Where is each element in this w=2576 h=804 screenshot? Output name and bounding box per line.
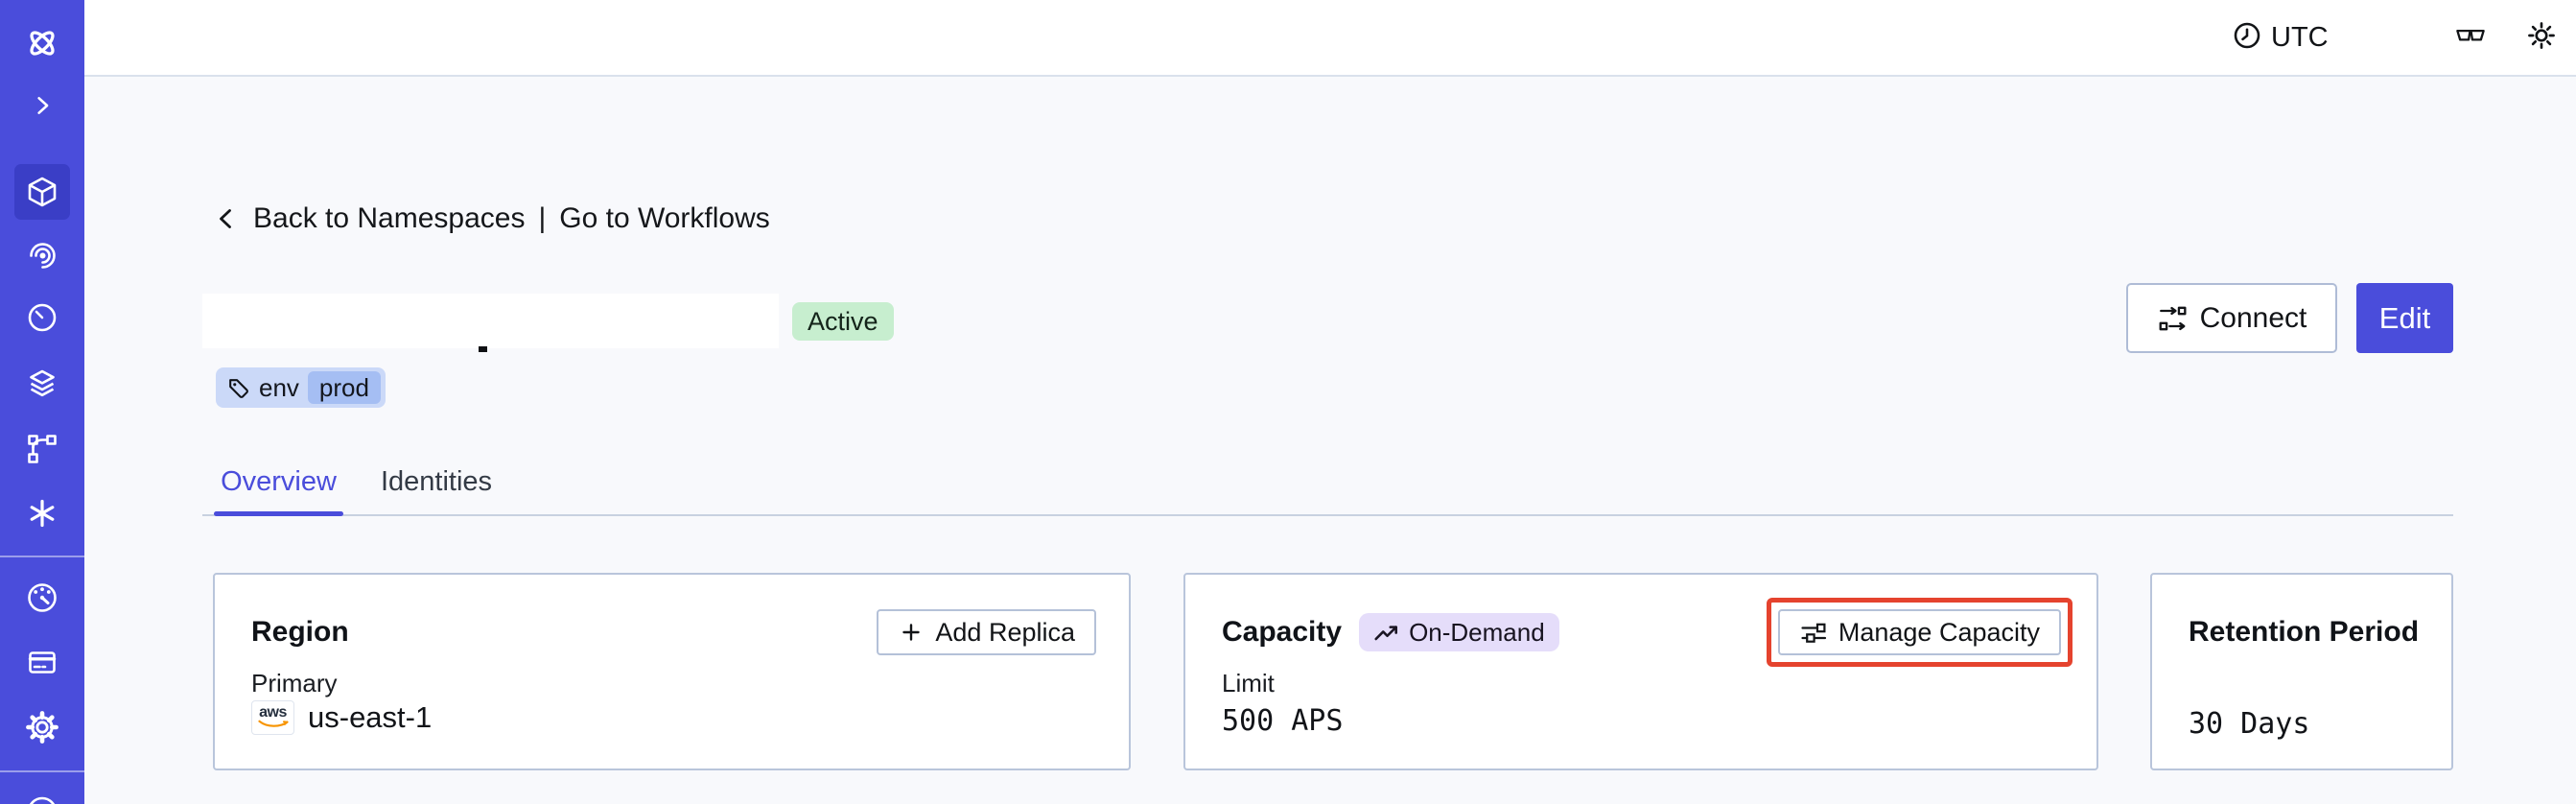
billing-card-icon bbox=[23, 643, 61, 681]
add-replica-label: Add Replica bbox=[935, 617, 1075, 647]
workflows-spiral-icon bbox=[23, 236, 61, 274]
manage-capacity-button[interactable]: Manage Capacity bbox=[1777, 609, 2061, 655]
tabs-divider-line bbox=[202, 514, 2453, 516]
theme-toggle-button[interactable] bbox=[2520, 0, 2563, 75]
timezone-label: UTC bbox=[2271, 21, 2329, 53]
settings-gear-icon bbox=[23, 708, 61, 746]
capacity-card-title: Capacity bbox=[1222, 616, 1343, 648]
sidebar-nav bbox=[0, 0, 84, 804]
sidebar-divider-bottom bbox=[0, 770, 84, 772]
timezone-selector[interactable]: UTC bbox=[2233, 0, 2329, 75]
plus-icon bbox=[898, 619, 925, 646]
deployments-branch-icon bbox=[23, 430, 61, 468]
stack-layers-icon bbox=[23, 365, 61, 403]
status-badge: Active bbox=[792, 302, 894, 341]
retention-value: 30 Days bbox=[2189, 707, 2310, 741]
sidebar-item-billing[interactable] bbox=[0, 634, 84, 690]
region-field-label: Primary bbox=[251, 669, 338, 698]
schedules-clock-icon bbox=[23, 297, 61, 336]
connect-button[interactable]: Connect bbox=[2126, 283, 2337, 353]
sidebar-item-deployments[interactable] bbox=[0, 421, 84, 477]
manage-capacity-highlight-box: Manage Capacity bbox=[1766, 598, 2073, 667]
sidebar-item-support[interactable] bbox=[0, 789, 84, 804]
edit-button[interactable]: Edit bbox=[2356, 283, 2453, 353]
trending-up-icon bbox=[1373, 621, 1400, 644]
manage-capacity-label: Manage Capacity bbox=[1838, 617, 2040, 647]
connect-button-label: Connect bbox=[2199, 301, 2307, 334]
usage-gauge-icon bbox=[23, 578, 61, 616]
capacity-field-label: Limit bbox=[1222, 669, 1275, 698]
sidebar-item-nexus[interactable] bbox=[0, 485, 84, 541]
header-actions: Connect Edit bbox=[2126, 283, 2453, 353]
sidebar-divider bbox=[0, 556, 84, 557]
aws-logo-text: aws bbox=[259, 704, 287, 721]
namespaces-cube-icon bbox=[23, 173, 61, 211]
region-card: Region Add Replica Primary aws us-east-1 bbox=[213, 573, 1131, 770]
sidebar-item-usage[interactable] bbox=[0, 569, 84, 625]
sidebar-expand-button[interactable] bbox=[0, 78, 84, 133]
capacity-card: Capacity On-Demand Manage Capacity Limit… bbox=[1183, 573, 2098, 770]
support-icon-partial bbox=[23, 789, 61, 804]
sliders-icon bbox=[1799, 618, 1828, 647]
active-tab-underline bbox=[214, 511, 343, 516]
topbar: UTC bbox=[84, 0, 2576, 77]
breadcrumb-separator: | bbox=[538, 202, 547, 234]
chevron-right-icon bbox=[26, 89, 59, 122]
sidebar-item-workflows[interactable] bbox=[0, 227, 84, 283]
namespace-tag-chip: env prod bbox=[216, 367, 386, 408]
light-mode-sun-icon bbox=[2526, 20, 2557, 56]
breadcrumb: Back to Namespaces | Go to Workflows bbox=[213, 198, 770, 240]
chevron-left-icon[interactable] bbox=[213, 205, 240, 232]
sidebar-item-settings[interactable] bbox=[0, 699, 84, 755]
tab-identities[interactable]: Identities bbox=[374, 462, 499, 501]
temporal-logo[interactable] bbox=[0, 15, 84, 71]
ondemand-badge-label: On-Demand bbox=[1409, 617, 1545, 647]
tag-value: prod bbox=[307, 371, 381, 404]
namespace-title-redacted bbox=[202, 294, 779, 348]
capacity-value: 500 APS bbox=[1222, 704, 1344, 738]
clock-icon bbox=[2233, 21, 2261, 55]
tab-overview[interactable]: Overview bbox=[214, 462, 343, 501]
tag-icon bbox=[226, 376, 250, 400]
connect-flow-icon bbox=[2157, 303, 2188, 334]
retention-card: Retention Period 30 Days bbox=[2150, 573, 2453, 770]
glasses-icon bbox=[2454, 21, 2487, 55]
nexus-asterisk-icon bbox=[23, 494, 61, 532]
namespace-title-notch bbox=[479, 346, 487, 352]
breadcrumb-back-link[interactable]: Back to Namespaces bbox=[253, 202, 525, 235]
sidebar-item-stack[interactable] bbox=[0, 356, 84, 412]
ondemand-badge: On-Demand bbox=[1359, 613, 1559, 651]
tag-key: env bbox=[259, 372, 299, 402]
breadcrumb-workflows-link[interactable]: Go to Workflows bbox=[559, 202, 770, 235]
add-replica-button[interactable]: Add Replica bbox=[877, 609, 1096, 655]
aws-logo-icon: aws bbox=[251, 700, 294, 735]
retention-card-title: Retention Period bbox=[2189, 616, 2420, 648]
region-value: us-east-1 bbox=[308, 700, 433, 734]
sidebar-item-namespaces[interactable] bbox=[0, 164, 84, 220]
region-card-title: Region bbox=[251, 616, 349, 648]
docs-glasses-button[interactable] bbox=[2449, 0, 2492, 75]
sidebar-item-schedules[interactable] bbox=[0, 289, 84, 344]
